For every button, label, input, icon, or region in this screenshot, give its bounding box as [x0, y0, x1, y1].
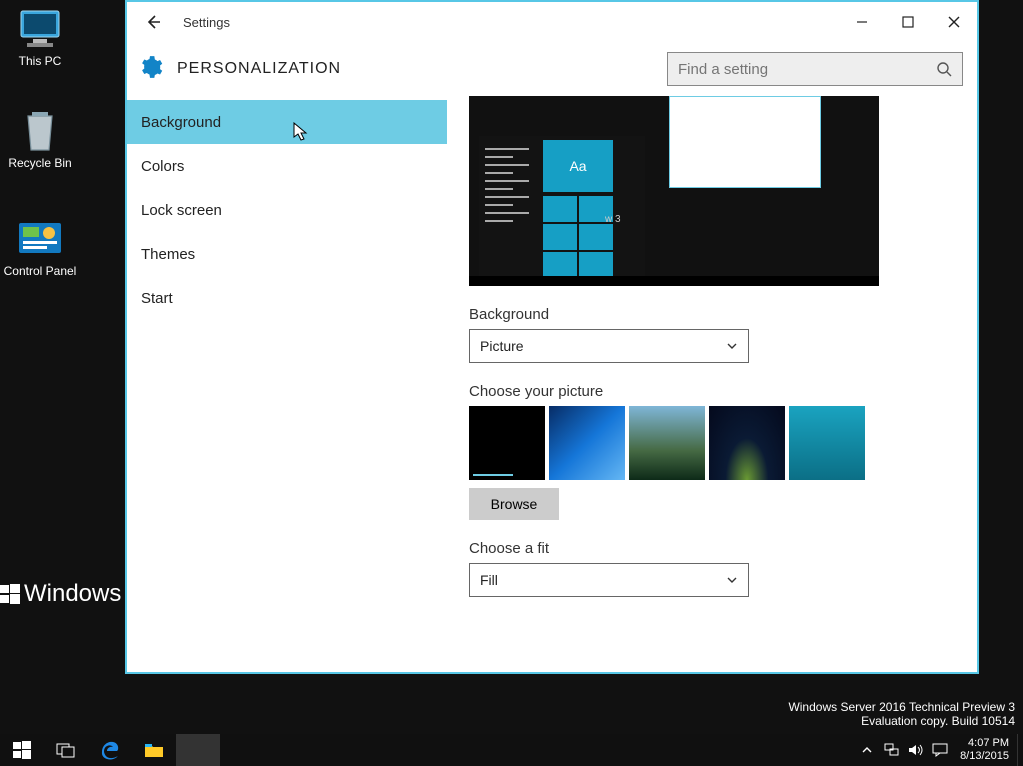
watermark-line: Windows Server 2016 Technical Preview 3 [788, 700, 1015, 714]
background-label: Background [469, 306, 957, 323]
content-area: Aa w 3 Background Picture Cho [447, 96, 977, 672]
back-button[interactable] [137, 6, 169, 38]
preview-window [669, 96, 821, 188]
sidebar-item-label: Lock screen [141, 202, 222, 219]
windows-logo-icon [0, 584, 20, 604]
edge-button[interactable] [88, 734, 132, 766]
notification-icon [932, 743, 948, 757]
taskbar: 4:07 PM 8/13/2015 [0, 734, 1023, 766]
page-title: PERSONALIZATION [177, 60, 341, 78]
maximize-icon [902, 16, 914, 28]
clock-time: 4:07 PM [960, 737, 1009, 750]
desktop: This PC Recycle Bin Control Panel Window… [0, 0, 1023, 766]
desktop-icon-label: Control Panel [0, 264, 80, 278]
show-desktop-button[interactable] [1017, 734, 1023, 766]
sidebar-item-label: Themes [141, 246, 195, 263]
desktop-icon-recycle-bin[interactable]: Recycle Bin [0, 110, 80, 170]
minimize-icon [856, 16, 868, 28]
chevron-down-icon [726, 574, 738, 586]
close-icon [948, 16, 960, 28]
picture-thumbnail[interactable] [549, 406, 625, 480]
watermark-line: Evaluation copy. Build 10514 [788, 714, 1015, 728]
preview-tile: Aa [543, 140, 613, 192]
taskbar-clock[interactable]: 4:07 PM 8/13/2015 [952, 737, 1017, 763]
picture-thumbnail[interactable] [789, 406, 865, 480]
sidebar-item-background[interactable]: Background [127, 100, 447, 144]
window-title: Settings [183, 15, 230, 30]
folder-icon [144, 741, 164, 759]
sidebar-item-colors[interactable]: Colors [127, 144, 447, 188]
back-arrow-icon [144, 13, 162, 31]
preview-start-menu: Aa [479, 136, 645, 276]
dropdown-value: Picture [480, 338, 524, 354]
task-view-button[interactable] [44, 734, 88, 766]
desktop-icon-label: Recycle Bin [0, 156, 80, 170]
background-dropdown[interactable]: Picture [469, 329, 749, 363]
chevron-down-icon [726, 340, 738, 352]
dropdown-value: Fill [480, 572, 498, 588]
sidebar-item-lockscreen[interactable]: Lock screen [127, 188, 447, 232]
clock-date: 8/13/2015 [960, 750, 1009, 763]
chevron-up-icon [862, 745, 872, 755]
action-center-tray-icon[interactable] [928, 734, 952, 766]
browse-button[interactable]: Browse [469, 488, 559, 520]
choose-fit-label: Choose a fit [469, 540, 957, 557]
control-panel-icon [16, 218, 64, 260]
choose-picture-label: Choose your picture [469, 383, 957, 400]
preview-caption: w 3 [605, 214, 621, 225]
search-box[interactable] [667, 52, 963, 86]
desktop-icon-label: This PC [0, 54, 80, 68]
sidebar-item-label: Start [141, 290, 173, 307]
picture-thumbnail[interactable] [629, 406, 705, 480]
picture-thumbnails [469, 406, 957, 480]
sidebar-item-themes[interactable]: Themes [127, 232, 447, 276]
network-tray-icon[interactable] [880, 734, 904, 766]
network-icon [884, 743, 900, 757]
sidebar-item-start[interactable]: Start [127, 276, 447, 320]
windows-logo-icon [13, 741, 31, 759]
sidebar: Background Colors Lock screen Themes Sta… [127, 96, 447, 672]
volume-tray-icon[interactable] [904, 734, 928, 766]
edge-icon [99, 739, 121, 761]
desktop-icon-this-pc[interactable]: This PC [0, 8, 80, 68]
search-input[interactable] [678, 61, 936, 78]
recycle-bin-icon [16, 110, 64, 152]
tray-overflow-button[interactable] [854, 734, 880, 766]
maximize-button[interactable] [885, 7, 931, 37]
gear-icon [137, 54, 163, 85]
search-icon [936, 61, 952, 77]
window-titlebar: Settings [127, 2, 977, 42]
sidebar-item-label: Colors [141, 158, 184, 175]
build-watermark: Windows Server 2016 Technical Preview 3 … [788, 700, 1015, 728]
desktop-preview: Aa w 3 [469, 96, 879, 286]
speaker-icon [908, 743, 924, 757]
settings-taskbar-button[interactable] [176, 734, 220, 766]
desktop-icon-control-panel[interactable]: Control Panel [0, 218, 80, 278]
start-button[interactable] [0, 734, 44, 766]
picture-thumbnail[interactable] [709, 406, 785, 480]
file-explorer-button[interactable] [132, 734, 176, 766]
minimize-button[interactable] [839, 7, 885, 37]
close-button[interactable] [931, 7, 977, 37]
fit-dropdown[interactable]: Fill [469, 563, 749, 597]
picture-thumbnail[interactable] [469, 406, 545, 480]
settings-window: Settings PERSONALIZATION B [125, 0, 979, 674]
task-view-icon [56, 742, 76, 758]
sidebar-item-label: Background [141, 114, 221, 131]
settings-header: PERSONALIZATION [127, 42, 977, 96]
computer-icon [16, 8, 64, 50]
